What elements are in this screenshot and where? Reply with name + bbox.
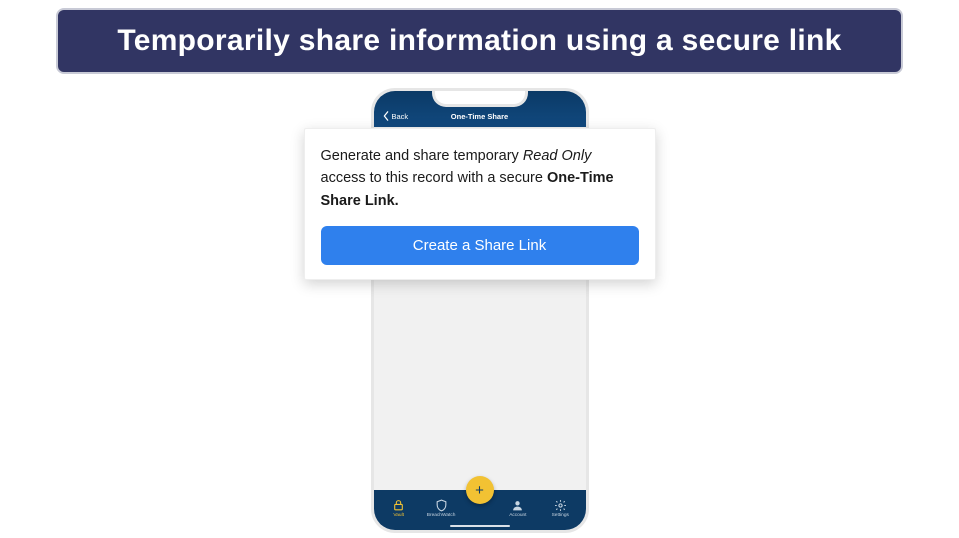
lock-icon: [392, 499, 405, 512]
back-label: Back: [392, 112, 409, 121]
tab-label: BreachWatch: [427, 513, 456, 518]
back-button[interactable]: Back: [382, 111, 409, 121]
callout-description: Generate and share temporary Read Only a…: [321, 145, 639, 212]
banner-title-text: Temporarily share information using a se…: [117, 24, 841, 57]
share-button-label: Create a Share Link: [413, 237, 546, 254]
chevron-left-icon: [382, 111, 390, 121]
callout-text-mid: access to this record with a secure: [321, 170, 547, 186]
tab-vault[interactable]: Vault: [381, 499, 417, 518]
plus-icon: +: [475, 483, 484, 498]
page-title: One-Time Share: [451, 112, 508, 121]
tab-settings[interactable]: Settings: [542, 499, 578, 518]
home-indicator: [450, 525, 510, 527]
add-button[interactable]: +: [466, 476, 494, 504]
tab-account[interactable]: Account: [500, 499, 536, 518]
phone-notch: [432, 89, 528, 107]
share-callout-card: Generate and share temporary Read Only a…: [304, 128, 656, 280]
tab-label: Settings: [552, 513, 569, 518]
shield-icon: [435, 499, 448, 512]
tab-label: Vault: [393, 513, 404, 518]
title-banner: Temporarily share information using a se…: [56, 8, 903, 74]
tab-breachwatch[interactable]: BreachWatch: [423, 499, 459, 518]
callout-readonly-text: Read Only: [523, 148, 592, 164]
person-icon: [511, 499, 524, 512]
tab-label: Account: [509, 513, 526, 518]
create-share-link-button[interactable]: Create a Share Link: [321, 226, 639, 265]
gear-icon: [554, 499, 567, 512]
callout-text-prefix: Generate and share temporary: [321, 148, 523, 164]
